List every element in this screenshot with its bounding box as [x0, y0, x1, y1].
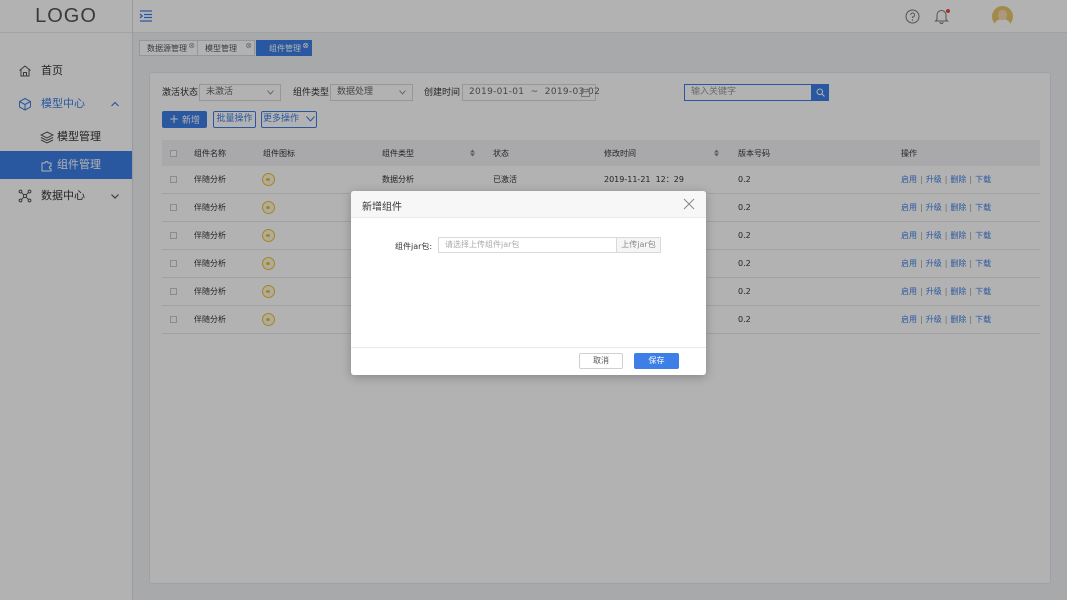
cancel-button[interactable]: 取消 [579, 353, 623, 369]
jar-field-label: 组件jar包: [395, 242, 433, 251]
modal-title: 新增组件 [362, 202, 402, 213]
close-icon[interactable] [683, 198, 695, 210]
add-component-modal: 新增组件 组件jar包: 请选择上传组件jar包 上传jar包 取消 保存 [351, 191, 706, 375]
save-button[interactable]: 保存 [634, 353, 679, 369]
upload-jar-button[interactable]: 上传jar包 [617, 237, 661, 253]
upload-placeholder: 请选择上传组件jar包 [445, 240, 520, 249]
modal-footer: 取消 保存 [351, 347, 706, 375]
jar-upload-input[interactable]: 请选择上传组件jar包 [438, 237, 617, 253]
modal-header: 新增组件 [351, 191, 706, 218]
